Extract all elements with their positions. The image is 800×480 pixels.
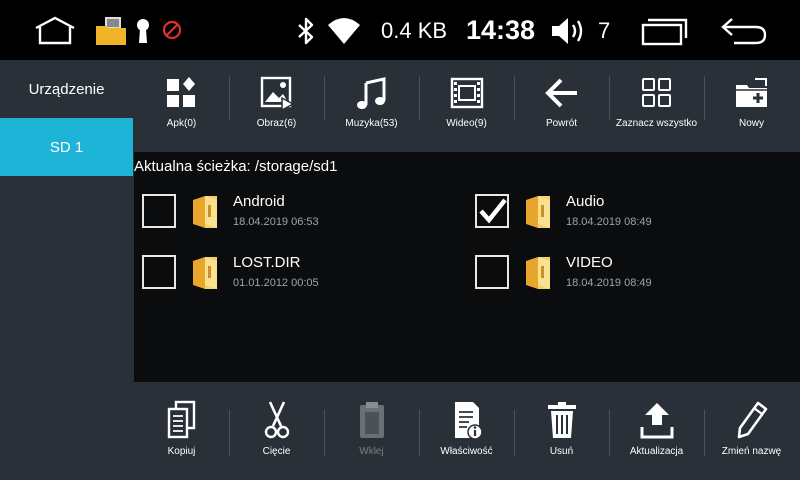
folder-icon <box>526 196 550 228</box>
folder-notification-icon[interactable] <box>95 16 127 46</box>
home-icon[interactable] <box>33 16 77 46</box>
volume-icon[interactable] <box>550 15 588 47</box>
video-label: Wideo(9) <box>446 118 487 129</box>
paste-button: Wklej <box>324 382 419 480</box>
file-checkbox-checked[interactable] <box>475 194 509 228</box>
delete-button[interactable]: Usuń <box>514 382 609 480</box>
folder-icon <box>193 196 217 228</box>
pencil-icon <box>737 401 767 439</box>
trash-icon <box>547 402 576 438</box>
music-button[interactable]: Muzyka(53) <box>324 60 419 152</box>
rename-button[interactable]: Zmień nazwę <box>704 382 799 480</box>
scissors-icon <box>264 401 289 439</box>
status-bar: 0.4 KB 14:38 7 <box>0 0 800 60</box>
back-icon[interactable] <box>720 16 768 46</box>
copy-label: Kopiuj <box>167 446 196 457</box>
video-button[interactable]: Wideo(9) <box>419 60 514 152</box>
select-all-button[interactable]: Zaznacz wszystko <box>609 60 704 152</box>
volume-level: 7 <box>598 18 611 43</box>
paste-label: Wklej <box>359 446 384 457</box>
bottom-toolbar: Kopiuj Cięcie Wklej Właściwość Usuń Aktu… <box>134 382 800 480</box>
properties-button[interactable]: Właściwość <box>419 382 514 480</box>
file-name: VIDEO <box>566 254 613 271</box>
file-name: Audio <box>566 193 605 210</box>
video-icon <box>450 77 483 109</box>
sidebar-item-sd1[interactable]: SD 1 <box>0 118 133 176</box>
file-checkbox[interactable] <box>475 255 509 289</box>
folder-icon <box>193 257 217 289</box>
network-speed: 0.4 KB <box>381 18 448 43</box>
recents-icon[interactable] <box>640 16 690 46</box>
image-icon <box>260 76 294 110</box>
image-button[interactable]: Obraz(6) <box>229 60 324 152</box>
new-folder-icon <box>735 78 767 107</box>
file-item-video[interactable]: VIDEO 18.04.2019 08:49 <box>467 248 767 298</box>
file-item-lostdir[interactable]: LOST.DIR 01.01.2012 00:05 <box>134 248 434 298</box>
grid-icon <box>641 78 671 107</box>
delete-label: Usuń <box>549 446 574 457</box>
file-date: 18.04.2019 08:49 <box>566 216 652 228</box>
apk-button[interactable]: Apk(0) <box>134 60 229 152</box>
file-date: 18.04.2019 06:53 <box>233 216 319 228</box>
file-name: LOST.DIR <box>233 254 301 271</box>
music-icon <box>356 77 385 109</box>
file-name: Android <box>233 193 285 210</box>
apk-label: Apk(0) <box>166 118 197 129</box>
new-folder-label: Nowy <box>738 118 764 129</box>
cut-button[interactable]: Cięcie <box>229 382 324 480</box>
update-label: Aktualizacja <box>629 446 684 457</box>
file-date: 18.04.2019 08:49 <box>566 277 652 289</box>
properties-icon <box>454 402 483 440</box>
rename-label: Zmień nazwę <box>721 446 782 457</box>
wifi-icon <box>328 18 360 44</box>
back-button[interactable]: Powrót <box>514 60 609 152</box>
properties-label: Właściwość <box>440 446 493 457</box>
file-item-audio[interactable]: Audio 18.04.2019 08:49 <box>467 187 767 237</box>
current-path: Aktualna ścieżka: /storage/sd1 <box>134 158 338 175</box>
bluetooth-icon <box>298 17 314 45</box>
paste-icon <box>359 402 384 438</box>
file-checkbox[interactable] <box>142 194 176 228</box>
back-label: Powrót <box>545 118 578 129</box>
file-checkbox[interactable] <box>142 255 176 289</box>
file-item-android[interactable]: Android 18.04.2019 06:53 <box>134 187 434 237</box>
folder-icon <box>526 257 550 289</box>
top-toolbar: Apk(0) Obraz(6) Muzyka(53) Wideo(9) Powr… <box>134 60 800 152</box>
checkmark-icon <box>479 198 507 224</box>
clock: 14:38 <box>466 15 536 45</box>
upload-icon <box>640 403 673 439</box>
file-browser: Aktualna ścieżka: /storage/sd1 Android 1… <box>134 152 800 382</box>
blocked-icon <box>162 20 182 40</box>
image-label: Obraz(6) <box>256 118 297 129</box>
sidebar: Urządzenie SD 1 <box>0 60 134 480</box>
arrow-left-icon <box>544 78 577 108</box>
sidebar-item-device[interactable]: Urządzenie <box>0 60 133 118</box>
copy-button[interactable]: Kopiuj <box>134 382 229 480</box>
new-folder-button[interactable]: Nowy <box>704 60 799 152</box>
apk-icon <box>166 77 195 107</box>
music-label: Muzyka(53) <box>345 118 398 129</box>
select-all-label: Zaznacz wszystko <box>615 118 698 129</box>
update-button[interactable]: Aktualizacja <box>609 382 704 480</box>
keyhole-icon <box>137 19 149 43</box>
file-date: 01.01.2012 00:05 <box>233 277 319 289</box>
cut-label: Cięcie <box>262 446 291 457</box>
copy-icon <box>167 400 195 439</box>
